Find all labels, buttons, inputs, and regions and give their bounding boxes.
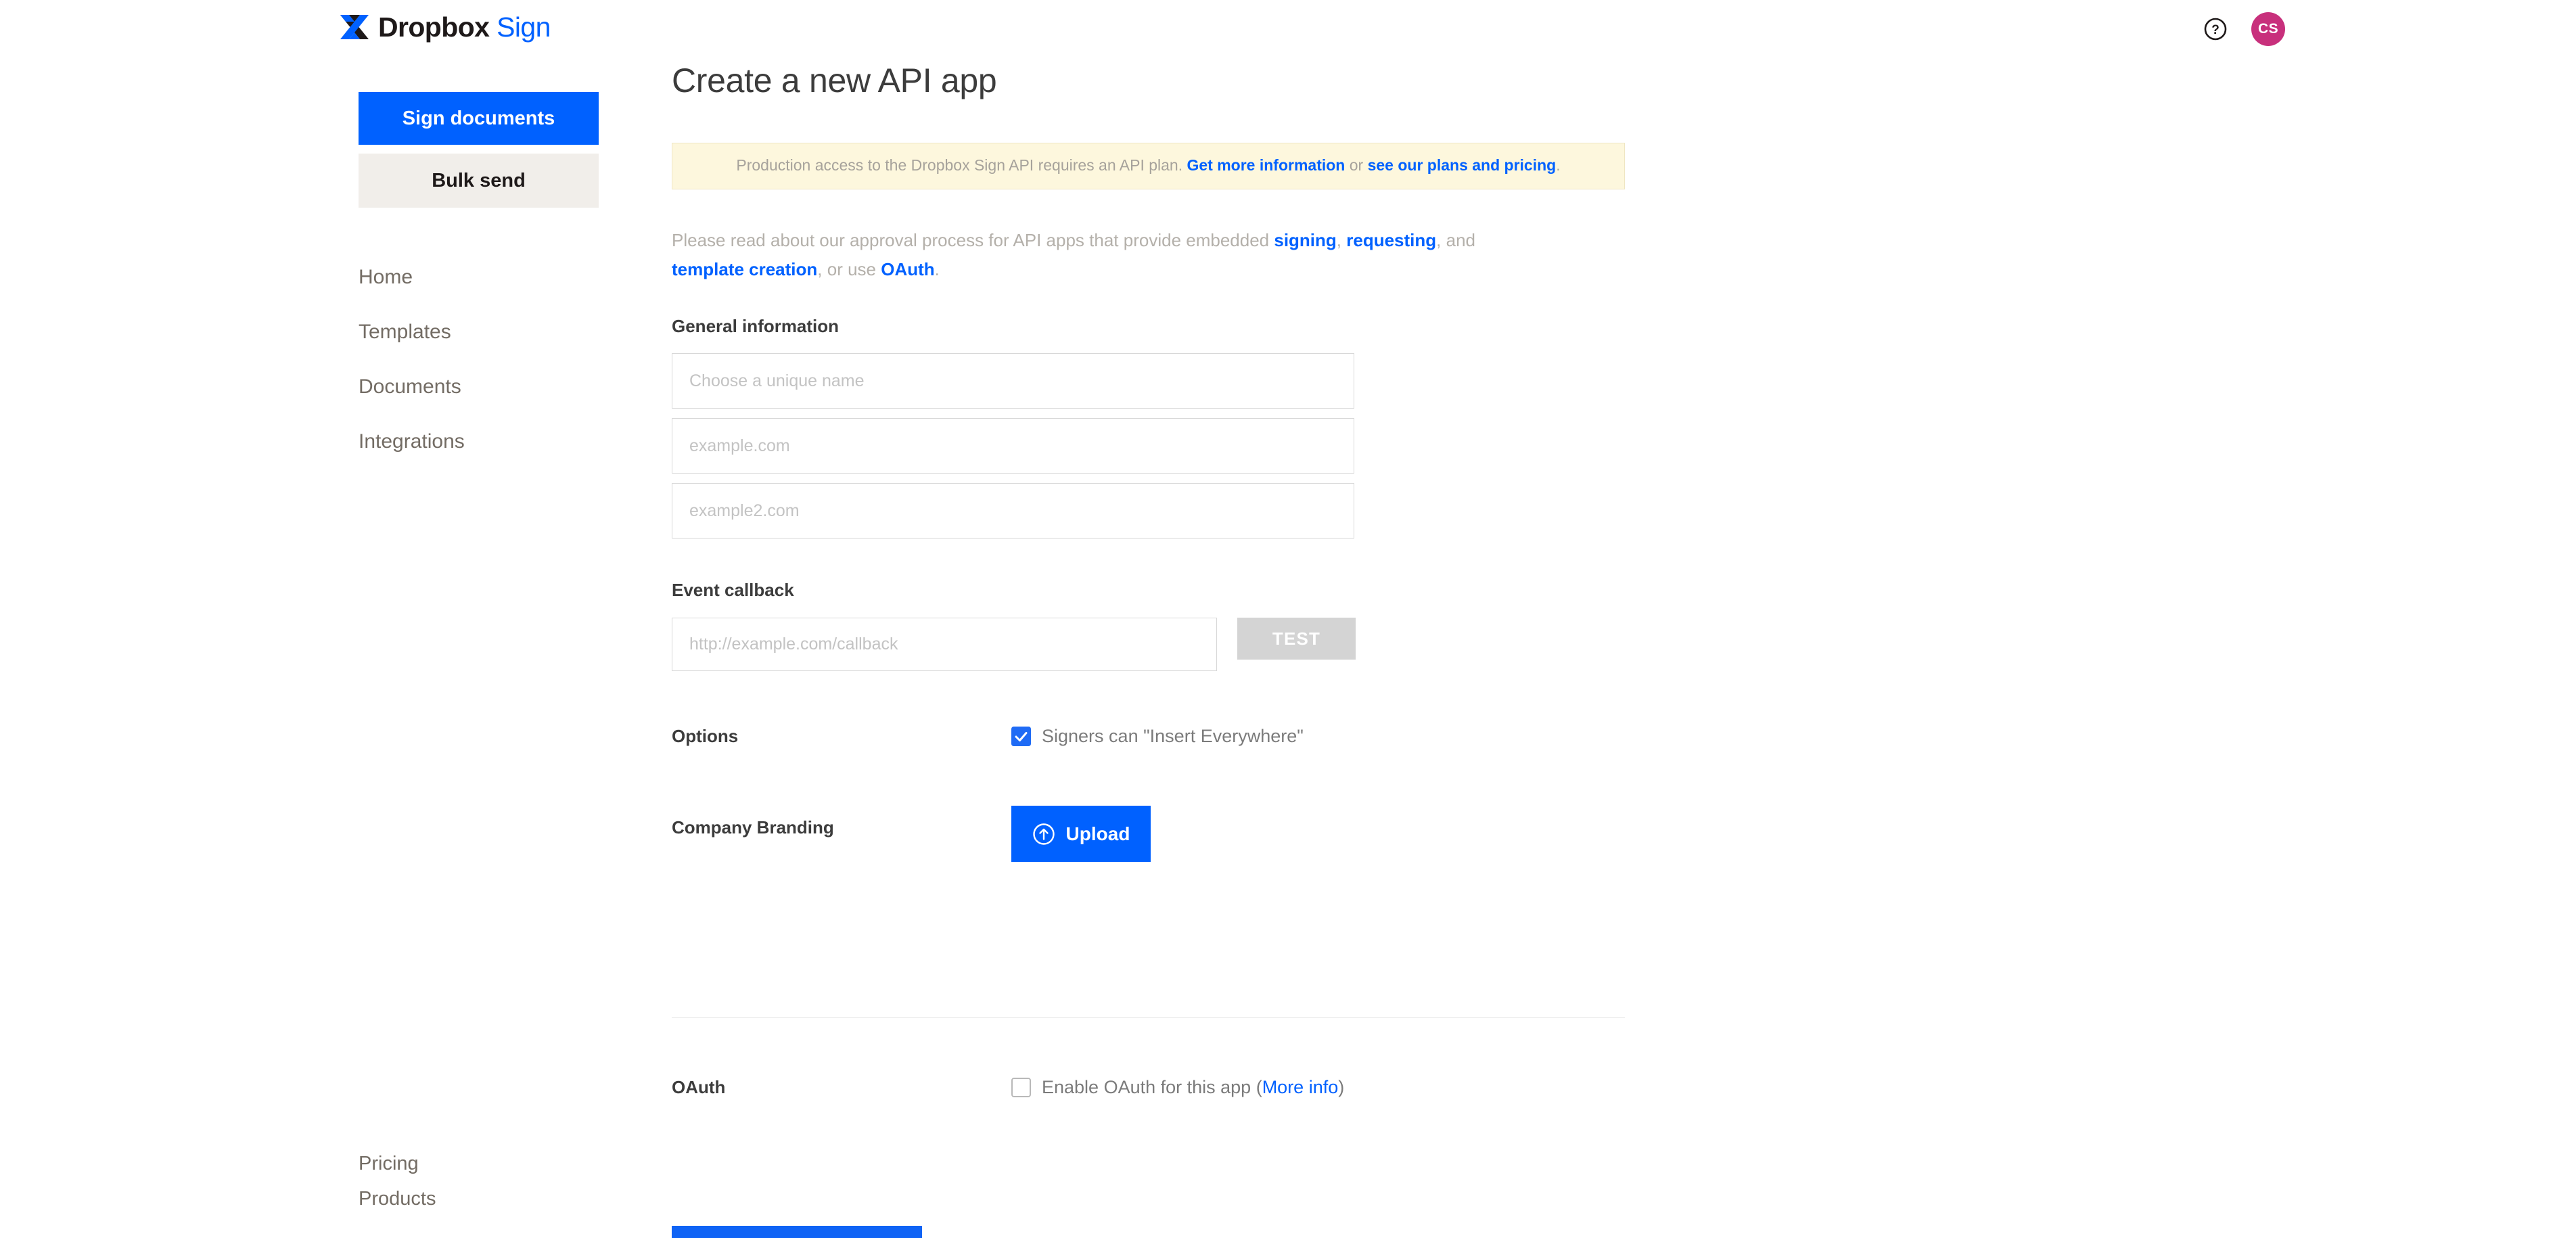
general-information-label: General information: [672, 317, 2295, 335]
lede-text-1: Please read about our approval process f…: [672, 230, 1274, 250]
lede-text-3: , and: [1436, 230, 1475, 250]
approval-process-paragraph: Please read about our approval process f…: [672, 226, 1531, 284]
api-plan-notice-banner: Production access to the Dropbox Sign AP…: [672, 143, 1625, 189]
sidebar-footer-products[interactable]: Products: [359, 1181, 436, 1216]
brand-wordmark: Dropbox Sign: [378, 14, 551, 41]
sidebar-item-integrations[interactable]: Integrations: [359, 414, 602, 469]
lede-text-4: , or use: [817, 259, 881, 279]
bulk-send-button[interactable]: Bulk send: [359, 154, 599, 208]
notice-text-middle: or: [1345, 156, 1367, 174]
app-name-input[interactable]: [672, 353, 1354, 409]
enable-oauth-text-after: ): [1338, 1077, 1344, 1097]
notice-text-before: Production access to the Dropbox Sign AP…: [736, 156, 1187, 174]
brand-word-sign: Sign: [497, 12, 551, 43]
oauth-enable-control: Enable OAuth for this app (More info): [1011, 1076, 1344, 1098]
template-creation-link[interactable]: template creation: [672, 259, 817, 279]
sign-documents-button[interactable]: Sign documents: [359, 92, 599, 145]
company-branding-row: Company Branding Upload: [672, 806, 2295, 862]
get-more-information-link[interactable]: Get more information: [1187, 156, 1346, 174]
lede-text-2: ,: [1337, 230, 1346, 250]
enable-oauth-checkbox[interactable]: [1011, 1078, 1031, 1097]
page-title: Create a new API app: [672, 0, 2295, 100]
section-divider: [672, 1017, 1625, 1018]
sidebar-item-templates[interactable]: Templates: [359, 304, 602, 359]
more-info-link[interactable]: More info: [1262, 1077, 1339, 1097]
sidebar-footer-pricing[interactable]: Pricing: [359, 1146, 436, 1181]
upload-branding-button[interactable]: Upload: [1011, 806, 1151, 862]
upload-button-label: Upload: [1066, 823, 1130, 845]
sidebar-footer: Pricing Products: [359, 1146, 436, 1216]
test-callback-button[interactable]: TEST: [1237, 618, 1356, 660]
enable-oauth-label: Enable OAuth for this app (More info): [1042, 1076, 1344, 1098]
app-page: Dropbox Sign ? CS Sign documents Bulk se…: [0, 0, 2576, 1238]
main-content: Create a new API app Production access t…: [672, 0, 2295, 1098]
brand-word-dropbox: Dropbox: [378, 12, 489, 43]
app-domain-2-input[interactable]: [672, 483, 1354, 538]
event-callback-section: Event callback TEST: [672, 581, 2295, 671]
oauth-row: OAuth Enable OAuth for this app (More in…: [672, 1076, 2295, 1098]
oauth-link[interactable]: OAuth: [881, 259, 934, 279]
plans-and-pricing-link[interactable]: see our plans and pricing: [1368, 156, 1557, 174]
event-callback-label: Event callback: [672, 581, 2295, 599]
general-information-section: General information: [672, 317, 2295, 538]
oauth-label: OAuth: [672, 1076, 1011, 1098]
app-domain-1-input[interactable]: [672, 418, 1354, 474]
options-label: Options: [672, 725, 1011, 747]
insert-everywhere-label: Signers can "Insert Everywhere": [1042, 725, 1304, 747]
insert-everywhere-control: Signers can "Insert Everywhere": [1011, 725, 1304, 747]
company-branding-label: Company Branding: [672, 806, 1011, 838]
dropbox-sign-logo-icon: [340, 14, 369, 41]
options-row: Options Signers can "Insert Everywhere": [672, 725, 2295, 747]
event-callback-row: TEST: [672, 618, 2295, 671]
notice-text-after: .: [1556, 156, 1560, 174]
requesting-link[interactable]: requesting: [1346, 230, 1436, 250]
sidebar-item-home[interactable]: Home: [359, 250, 602, 304]
create-application-button[interactable]: Create Application: [672, 1226, 922, 1238]
sidebar-nav: Home Templates Documents Integrations: [359, 250, 602, 469]
upload-arrow-circle-icon: [1032, 823, 1055, 846]
signing-link[interactable]: signing: [1274, 230, 1336, 250]
callback-url-input[interactable]: [672, 618, 1217, 671]
insert-everywhere-checkbox[interactable]: [1011, 727, 1031, 746]
lede-text-5: .: [935, 259, 940, 279]
brand-logo[interactable]: Dropbox Sign: [340, 14, 551, 41]
enable-oauth-text-before: Enable OAuth for this app (: [1042, 1077, 1262, 1097]
sidebar: Sign documents Bulk send Home Templates …: [359, 92, 602, 469]
sidebar-item-documents[interactable]: Documents: [359, 359, 602, 414]
